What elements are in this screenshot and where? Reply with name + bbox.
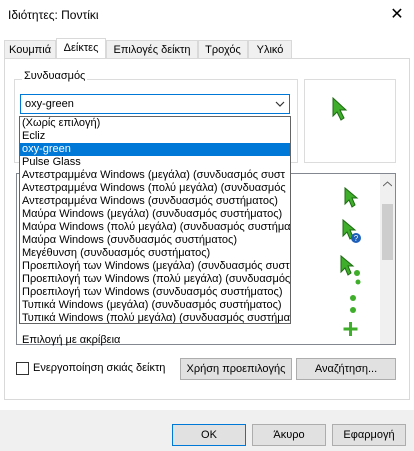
scheme-group-label: Συνδυασμός bbox=[22, 70, 88, 82]
dropdown-option[interactable]: Τυπικά Windows (πολύ μεγάλα) (συνδυασμός… bbox=[20, 312, 290, 323]
use-default-button[interactable]: Χρήση προεπιλογής bbox=[180, 358, 292, 380]
dropdown-option[interactable]: Αντεστραμμένα Windows (συνδυασμός συστήμ… bbox=[20, 195, 290, 208]
dropdown-option[interactable]: Προεπιλογή των Windows (πολύ μεγάλα) (συ… bbox=[20, 273, 290, 286]
dropdown-option-selected[interactable]: oxy-green bbox=[20, 143, 290, 156]
list-item-precision-select: Επιλογή με ακρίβεια bbox=[22, 334, 121, 346]
browse-button[interactable]: Αναζήτηση... bbox=[296, 358, 396, 380]
tab-hardware[interactable]: Υλικό bbox=[248, 40, 292, 58]
working-in-background-icon bbox=[340, 254, 361, 285]
dropdown-option[interactable]: (Χωρίς επιλογή) bbox=[20, 117, 290, 130]
close-icon[interactable]: ✕ bbox=[385, 4, 409, 26]
scheme-dropdown-list[interactable]: (Χωρίς επιλογή) Ecliz oxy-green Pulse Gl… bbox=[19, 116, 291, 324]
window-title: Ιδιότητες: Ποντίκι bbox=[8, 8, 99, 22]
cursor-icons: ? bbox=[340, 186, 361, 336]
dropdown-option[interactable]: Μαύρα Windows (μεγάλα) (συνδυασμός συστή… bbox=[20, 208, 290, 221]
dropdown-option[interactable]: Τυπικά Windows (μεγάλα) (συνδυασμός συστ… bbox=[20, 299, 290, 312]
shadow-checkbox[interactable] bbox=[16, 362, 29, 375]
tab-buttons[interactable]: Κουμπιά bbox=[4, 40, 56, 58]
list-scrollbar[interactable] bbox=[380, 174, 395, 344]
tab-strip: Κουμπιά Δείκτες Επιλογές δείκτη Τροχός Υ… bbox=[4, 38, 410, 60]
ok-button[interactable]: OK bbox=[172, 424, 246, 446]
dropdown-option[interactable]: Μεγέθυνση (συνδυασμός συστήματος) bbox=[20, 247, 290, 260]
normal-select-icon bbox=[344, 186, 359, 208]
svg-text:?: ? bbox=[354, 234, 359, 243]
scroll-thumb[interactable] bbox=[382, 204, 393, 260]
dropdown-option[interactable]: Μαύρα Windows (συνδυασμός συστήματος) bbox=[20, 234, 290, 247]
apply-button[interactable]: Εφαρμογή bbox=[332, 424, 406, 446]
dropdown-option[interactable]: Ecliz bbox=[20, 130, 290, 143]
dropdown-option[interactable]: Pulse Glass bbox=[20, 156, 290, 169]
tab-wheel[interactable]: Τροχός bbox=[198, 40, 248, 58]
shadow-checkbox-label: Ενεργοποίηση σκιάς δείκτη bbox=[33, 362, 166, 374]
dropdown-option[interactable]: Προεπιλογή των Windows (συνδυασμός συστή… bbox=[20, 286, 290, 299]
scheme-select[interactable]: oxy-green bbox=[20, 94, 290, 114]
help-select-icon: ? bbox=[342, 218, 361, 243]
green-arrow-cursor-icon bbox=[332, 96, 348, 121]
busy-icon bbox=[350, 295, 356, 313]
cursor-preview bbox=[304, 79, 396, 163]
precision-select-icon bbox=[343, 322, 358, 336]
scheme-select-value: oxy-green bbox=[25, 98, 74, 110]
dropdown-option[interactable]: Αντεστραμμένα Windows (πολύ μεγάλα) (συν… bbox=[20, 182, 290, 195]
dropdown-option[interactable]: Μαύρα Windows (πολύ μεγάλα) (συνδυασμός … bbox=[20, 221, 290, 234]
dropdown-option[interactable]: Αντεστραμμένα Windows (μεγάλα) (συνδυασμ… bbox=[20, 169, 290, 182]
tab-pointer-options[interactable]: Επιλογές δείκτη bbox=[106, 40, 198, 58]
tab-pointers[interactable]: Δείκτες bbox=[56, 38, 106, 59]
cancel-button[interactable]: Άκυρο bbox=[252, 424, 326, 446]
scroll-up-icon[interactable] bbox=[382, 178, 393, 187]
dropdown-option[interactable]: Προεπιλογή των Windows (μεγάλα) (συνδυασ… bbox=[20, 260, 290, 273]
chevron-down-icon bbox=[275, 95, 285, 116]
